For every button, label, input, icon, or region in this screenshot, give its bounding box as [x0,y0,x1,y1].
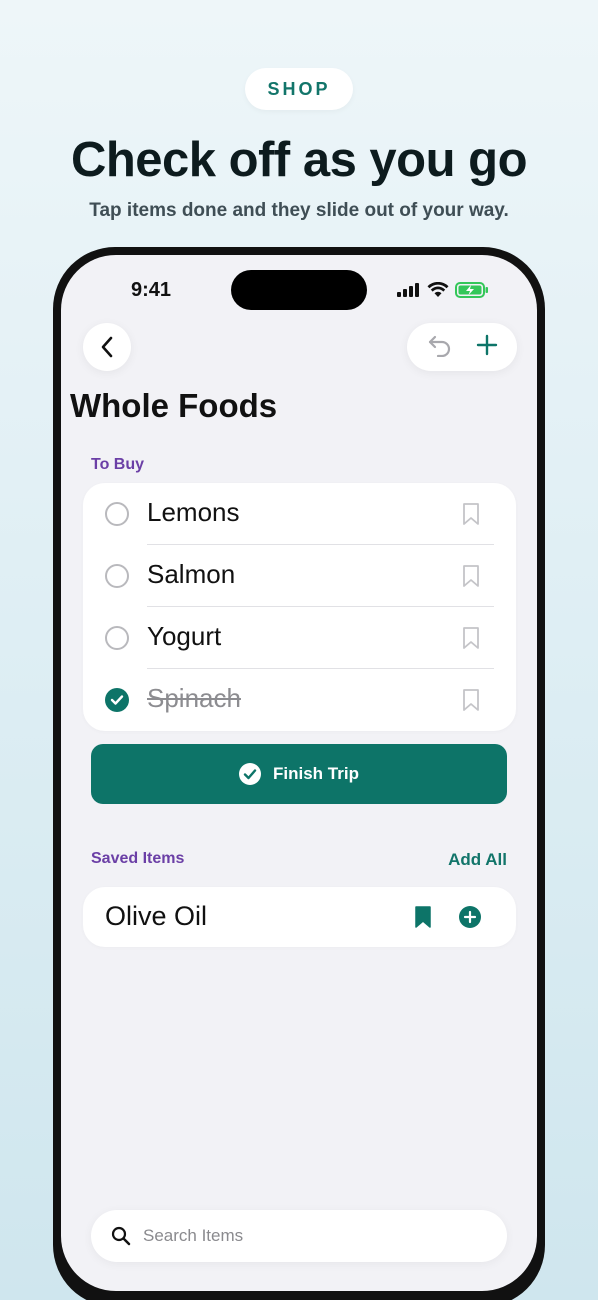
signal-icon [397,283,419,297]
item-name: Lemons [147,497,240,527]
list-item[interactable]: Salmon [83,545,516,607]
finish-trip-button[interactable]: Finish Trip [91,744,507,804]
add-item-button[interactable] [476,334,498,361]
dynamic-island [231,270,367,310]
promo-subline: Tap items done and they slide out of you… [89,200,509,221]
shop-tag: SHOP [245,68,353,110]
saved-item-actions [414,905,482,934]
list-item[interactable]: Spinach [83,669,516,731]
shop-tag-label: SHOP [267,78,331,99]
bookmark-outline-icon[interactable] [462,564,480,593]
back-button[interactable] [83,323,131,371]
search-bar[interactable] [91,1210,507,1262]
saved-item-name: Olive Oil [105,901,208,931]
search-icon [111,1226,131,1246]
saved-list-item[interactable]: Olive Oil [83,887,516,947]
plus-icon [476,334,497,355]
store-title: Whole Foods [70,387,278,424]
add-all-button[interactable]: Add All [448,850,507,870]
unchecked-circle-icon[interactable] [105,564,129,588]
item-name: Spinach [147,683,241,713]
bookmark-outline-icon[interactable] [462,502,480,531]
list-item[interactable]: Lemons [83,483,516,545]
saved-items-list: Olive Oil [83,887,516,947]
list-item[interactable]: Yogurt [83,607,516,669]
item-name: Salmon [147,559,236,589]
checked-circle-icon[interactable] [105,688,129,712]
bookmark-filled-icon[interactable] [414,905,432,934]
top-actions [407,323,517,371]
bookmark-outline-icon[interactable] [462,688,480,717]
to-buy-label: To Buy [91,456,145,473]
battery-charging-icon [455,282,488,298]
undo-button[interactable] [427,333,453,362]
bookmark-outline-icon[interactable] [462,626,480,655]
phone-frame: 9:41 Whole Foods To Buy Lemons Salmon Yo… [53,247,545,1300]
status-time: 9:41 [131,279,172,301]
promo-headline: Check off as you go [70,133,528,187]
search-input[interactable] [143,1226,463,1246]
status-icons [397,282,489,298]
phone-screen: 9:41 Whole Foods To Buy Lemons Salmon Yo… [61,255,537,1291]
wifi-icon [427,282,449,297]
to-buy-list: Lemons Salmon Yogurt Spinach [83,483,516,731]
chevron-left-icon [101,336,113,358]
saved-items-label: Saved Items [91,850,185,867]
add-circle-icon[interactable] [458,905,482,934]
undo-icon [428,335,450,357]
unchecked-circle-icon[interactable] [105,626,129,650]
unchecked-circle-icon[interactable] [105,502,129,526]
item-name: Yogurt [147,621,222,651]
finish-trip-label: Finish Trip [273,764,359,783]
check-circle-icon [239,763,262,785]
